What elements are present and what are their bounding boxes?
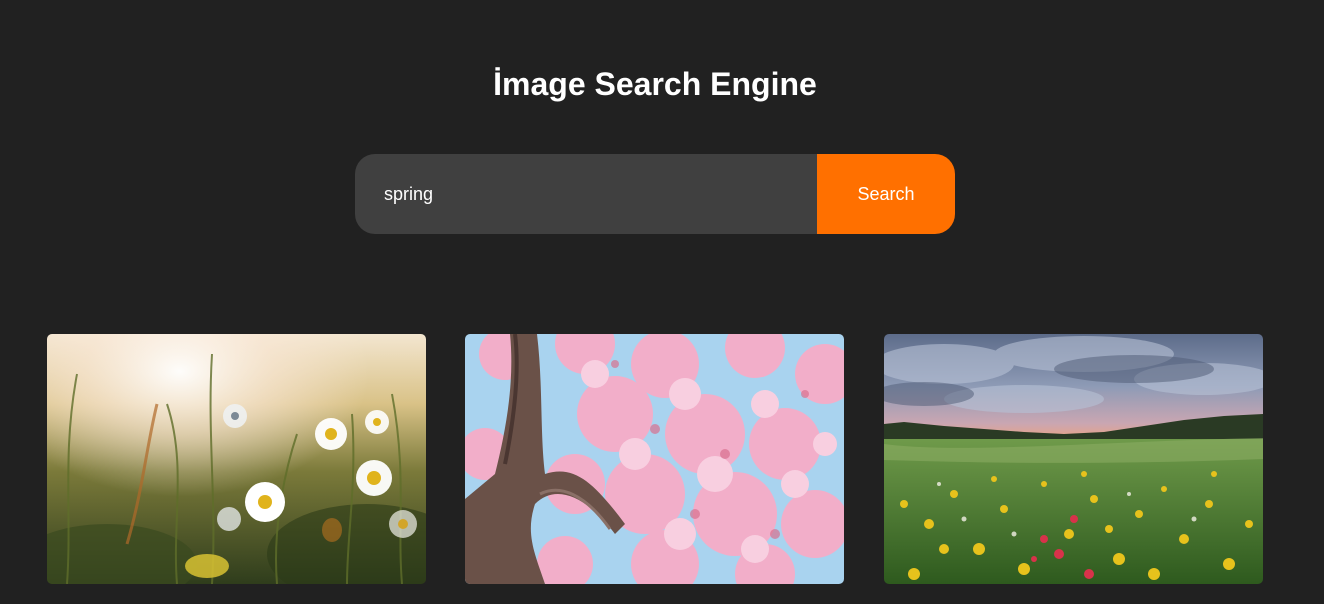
search-form: Search [355,154,955,234]
page-title: İmage Search Engine [493,66,817,102]
cherry-blossom-photo [465,334,844,584]
image-result[interactable] [465,334,844,584]
image-results-grid [47,334,1263,584]
search-button[interactable]: Search [817,154,955,234]
image-result[interactable] [884,334,1263,584]
wildflower-field-photo [884,334,1263,584]
image-search-page: İmage Search Engine Search [0,0,1324,604]
daisies-photo [47,334,426,584]
search-input[interactable] [355,154,817,234]
image-result[interactable] [47,334,426,584]
